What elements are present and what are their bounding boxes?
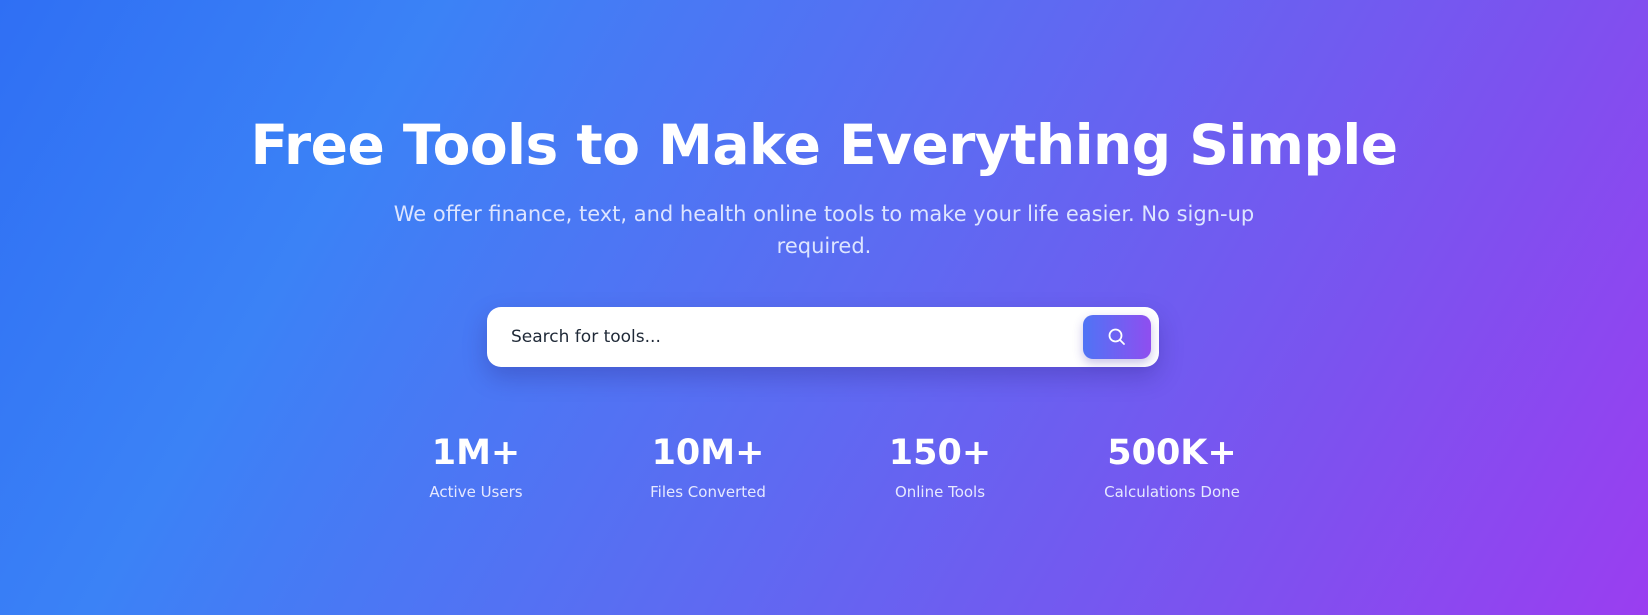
- stat-online-tools: 150+ Online Tools: [840, 430, 1040, 502]
- stat-value: 10M+: [651, 433, 765, 473]
- stat-value: 150+: [888, 433, 992, 473]
- stat-label: Files Converted: [650, 483, 766, 501]
- hero-title: Free Tools to Make Everything Simple: [250, 113, 1398, 177]
- stat-value: 1M+: [431, 433, 521, 473]
- search-input[interactable]: [511, 307, 1061, 367]
- stat-label: Active Users: [429, 483, 523, 501]
- search-button[interactable]: [1083, 315, 1151, 359]
- stat-label: Online Tools: [894, 483, 986, 501]
- stat-files-converted: 10M+ Files Converted: [608, 430, 808, 502]
- stat-label: Calculations Done: [1104, 483, 1240, 501]
- search-icon: [1107, 327, 1127, 347]
- stat-calculations-done: 500K+ Calculations Done: [1072, 430, 1272, 502]
- search-bar: [487, 307, 1159, 367]
- stat-value: 500K+: [1107, 433, 1237, 473]
- stat-active-users: 1M+ Active Users: [376, 430, 576, 502]
- hero-subtitle: We offer finance, text, and health onlin…: [393, 202, 1255, 258]
- stats-row: 1M+ Active Users 10M+ Files Converted 15…: [0, 430, 1648, 510]
- hero-section: Free Tools to Make Everything Simple We …: [0, 0, 1648, 615]
